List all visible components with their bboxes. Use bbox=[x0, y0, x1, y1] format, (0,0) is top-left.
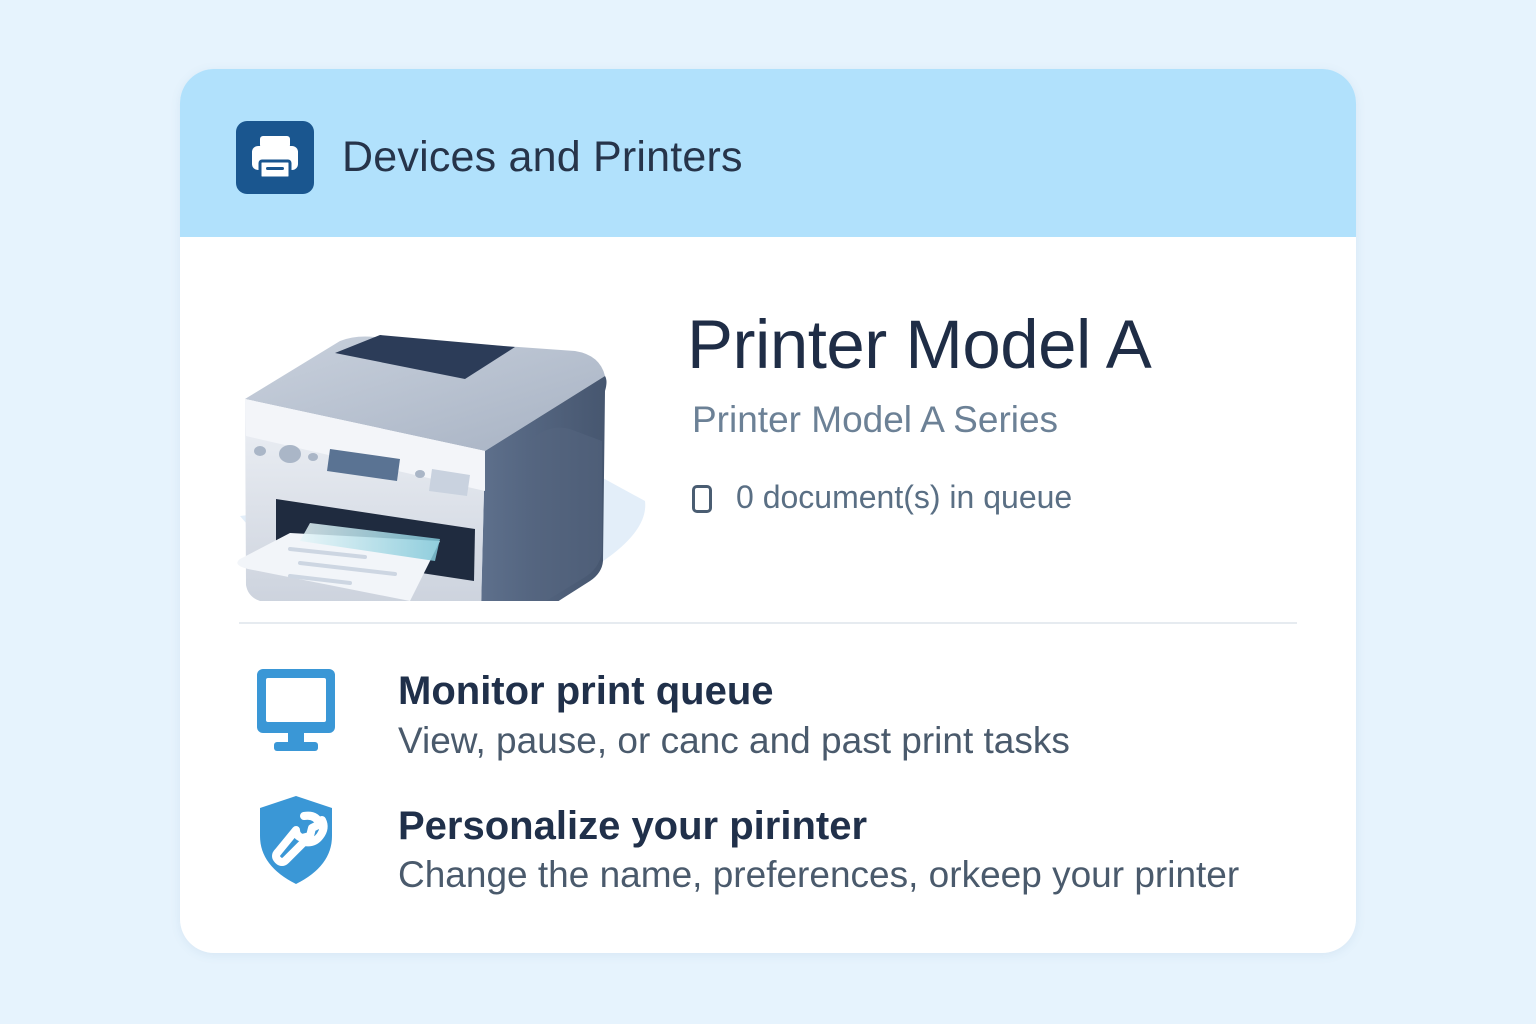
queue-status: 0 document(s) in queue bbox=[692, 479, 1072, 516]
printer-model-series: Printer Model A Series bbox=[692, 399, 1059, 440]
printer-model-name: Printer Model A bbox=[687, 306, 1152, 383]
section-divider bbox=[239, 622, 1297, 624]
personalize-printer-action[interactable]: Personalize your pirinter Change the nam… bbox=[180, 794, 1356, 904]
devices-and-printers-card: Devices and Printers Printer Model A Pri… bbox=[180, 69, 1356, 953]
card-header: Devices and Printers bbox=[180, 69, 1356, 237]
header-title: Devices and Printers bbox=[342, 133, 743, 181]
queue-status-text: 0 document(s) in queue bbox=[736, 479, 1073, 515]
monitor-icon bbox=[252, 663, 340, 760]
monitor-print-queue-title: Monitor print queue bbox=[398, 669, 774, 713]
monitor-print-queue-description: View, pause, or canc and past print task… bbox=[398, 720, 1070, 761]
monitor-print-queue-action[interactable]: Monitor print queue View, pause, or canc… bbox=[180, 659, 1356, 769]
printer-illustration bbox=[230, 301, 650, 651]
printer-icon bbox=[236, 121, 314, 194]
personalize-printer-description: Change the name, preferences, orkeep you… bbox=[398, 854, 1240, 895]
shield-wrench-icon bbox=[252, 792, 340, 893]
personalize-printer-title: Personalize your pirinter bbox=[398, 804, 868, 848]
document-icon bbox=[692, 484, 712, 513]
